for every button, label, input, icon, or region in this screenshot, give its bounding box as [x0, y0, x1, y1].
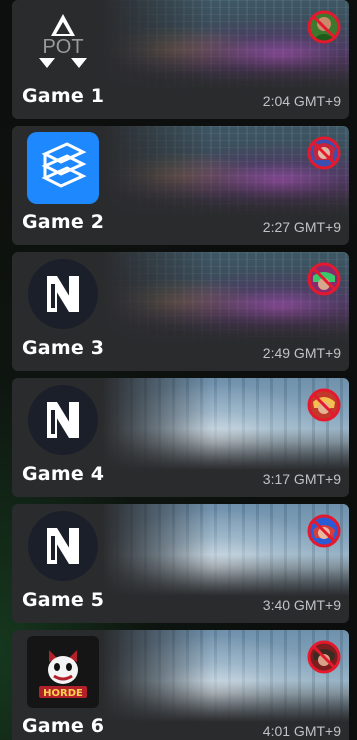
horde-logo-icon: HORDE	[27, 636, 99, 708]
game-time: 3:40 GMT+9	[262, 597, 341, 613]
hero-avatar-green-mask-icon	[307, 262, 341, 296]
game-title: Game 5	[22, 589, 105, 611]
n-circle-logo-icon	[27, 384, 99, 456]
game-history-list: POT Game 1 2:04 GMT+9 Game 2 2:27 GMT+9 …	[0, 0, 357, 740]
n-circle-logo-icon	[27, 510, 99, 582]
hero-avatar-blue-icon	[307, 514, 341, 548]
game-time: 2:27 GMT+9	[262, 219, 341, 235]
game-card-2[interactable]: Game 2 2:27 GMT+9	[12, 126, 349, 245]
game-title: Game 4	[22, 463, 105, 485]
game-title: Game 6	[22, 715, 105, 737]
hero-avatar-redhair-icon	[307, 136, 341, 170]
hero-avatar-green-icon	[307, 10, 341, 44]
game-card-6[interactable]: HORDE Game 6 4:01 GMT+9	[12, 630, 349, 740]
game-title: Game 1	[22, 85, 105, 107]
pot-logo-icon: POT	[27, 6, 99, 78]
svg-text:HORDE: HORDE	[43, 688, 83, 699]
game-title: Game 2	[22, 211, 105, 233]
game-card-5[interactable]: Game 5 3:40 GMT+9	[12, 504, 349, 623]
hero-avatar-dark-icon	[307, 640, 341, 674]
game-time: 2:04 GMT+9	[262, 93, 341, 109]
svg-text:POT: POT	[42, 36, 83, 58]
game-card-3[interactable]: Game 3 2:49 GMT+9	[12, 252, 349, 371]
hero-avatar-blonde-icon	[307, 388, 341, 422]
blue-stack-logo-icon	[27, 132, 99, 204]
game-time: 2:49 GMT+9	[262, 345, 341, 361]
game-card-1[interactable]: POT Game 1 2:04 GMT+9	[12, 0, 349, 119]
game-title: Game 3	[22, 337, 105, 359]
game-card-4[interactable]: Game 4 3:17 GMT+9	[12, 378, 349, 497]
n-circle-logo-icon	[27, 258, 99, 330]
game-time: 3:17 GMT+9	[262, 471, 341, 487]
game-time: 4:01 GMT+9	[262, 723, 341, 739]
